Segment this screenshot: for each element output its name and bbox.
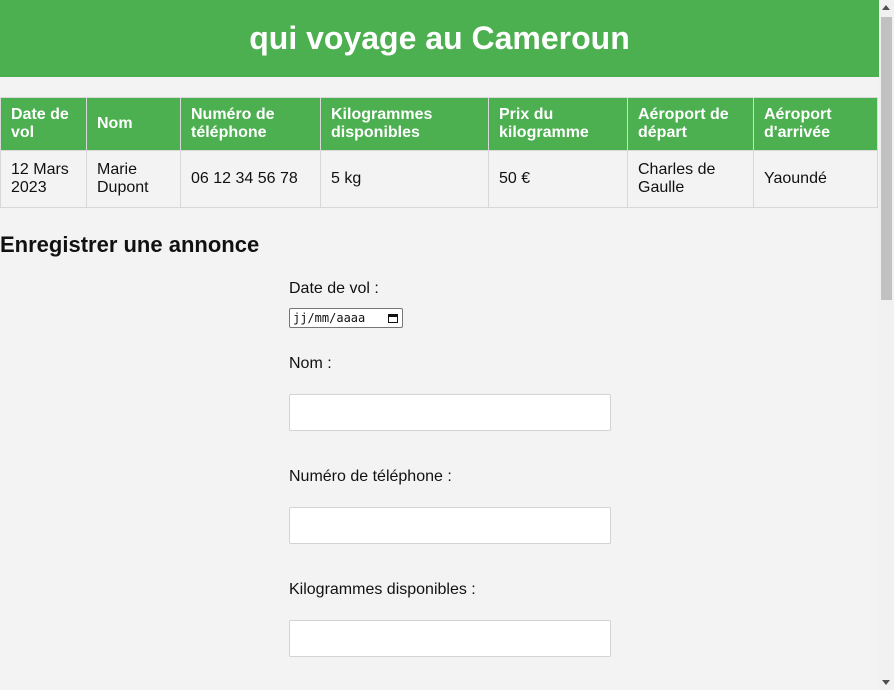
column-header-name: Nom: [86, 97, 181, 151]
date-placeholder: jj/mm/aaaa: [293, 311, 366, 325]
cell-kg: 5 kg: [320, 150, 489, 208]
cell-name: Marie Dupont: [86, 150, 181, 208]
header-banner: qui voyage au Cameroun: [0, 0, 879, 77]
table-row: 12 Mars 2023 Marie Dupont 06 12 34 56 78…: [0, 150, 878, 208]
phone-input[interactable]: [289, 507, 611, 544]
kg-input[interactable]: [289, 620, 611, 657]
scroll-up-arrow-icon[interactable]: [882, 5, 890, 10]
name-label: Nom :: [289, 355, 332, 372]
listings-table: Date de vol Nom Numéro de téléphone Kilo…: [0, 97, 878, 208]
column-header-date: Date de vol: [0, 97, 87, 151]
column-header-price: Prix du kilogramme: [488, 97, 628, 151]
column-header-kg: Kilogrammes disponibles: [320, 97, 489, 151]
calendar-icon[interactable]: [387, 312, 399, 324]
cell-arrival: Yaoundé: [753, 150, 878, 208]
column-header-phone: Numéro de téléphone: [180, 97, 321, 151]
scroll-thumb[interactable]: [881, 17, 892, 300]
page-viewport: qui voyage au Cameroun Date de vol Nom N…: [0, 0, 879, 690]
form-heading: Enregistrer une annonce: [0, 232, 260, 257]
cell-phone: 06 12 34 56 78: [180, 150, 321, 208]
phone-label: Numéro de téléphone :: [289, 468, 452, 485]
flight-date-input[interactable]: jj/mm/aaaa: [289, 308, 403, 328]
column-header-arrival: Aéroport d'arrivée: [753, 97, 878, 151]
page-title: qui voyage au Cameroun: [249, 20, 630, 56]
listing-form: Date de vol : jj/mm/aaaa Nom : Numéro de…: [289, 279, 611, 657]
cell-departure: Charles de Gaulle: [627, 150, 754, 208]
name-input[interactable]: [289, 394, 611, 431]
table-header-row: Date de vol Nom Numéro de téléphone Kilo…: [0, 97, 878, 151]
kg-label: Kilogrammes disponibles :: [289, 581, 476, 598]
date-label: Date de vol :: [289, 280, 379, 297]
cell-date: 12 Mars 2023: [0, 150, 87, 208]
scroll-down-arrow-icon[interactable]: [882, 680, 890, 685]
vertical-scrollbar[interactable]: [879, 0, 894, 690]
cell-price: 50 €: [488, 150, 628, 208]
column-header-departure: Aéroport de départ: [627, 97, 754, 151]
